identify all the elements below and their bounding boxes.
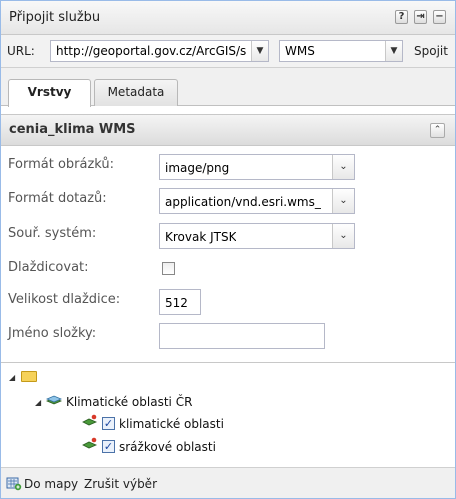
query-format-select[interactable]: application/vnd.esri.wms_ ⌄ — [159, 188, 355, 214]
expand-group-icon[interactable]: ◢ — [35, 398, 41, 407]
add-to-map-icon — [6, 477, 22, 491]
url-row: URL: http://geoportal.gov.cz/ArcGIS/s ▼ … — [1, 35, 455, 68]
url-input[interactable]: http://geoportal.gov.cz/ArcGIS/s ▼ — [50, 40, 269, 62]
connect-service-panel: Připojit službu ? ⇥ − URL: http://geopor… — [0, 0, 456, 499]
layer-group-icon — [46, 395, 62, 405]
layer-label-climate[interactable]: klimatické oblasti — [119, 417, 224, 431]
collapse-icon[interactable]: ⌃ — [430, 123, 445, 138]
tile-size-input[interactable]: 512 — [159, 289, 201, 315]
crs-select[interactable]: Krovak JTSK ⌄ — [159, 223, 355, 249]
connect-button[interactable]: Spojit — [414, 44, 448, 58]
pin-button[interactable]: ⇥ — [414, 10, 427, 24]
folder-icon — [21, 371, 37, 382]
tiling-label: Dlaždicovat: — [8, 260, 89, 275]
service-type-select[interactable]: WMS ▼ — [279, 40, 403, 62]
wms-layer-icon — [82, 414, 98, 426]
minimize-button[interactable]: − — [433, 10, 446, 24]
service-type-value: WMS — [285, 44, 315, 58]
image-format-select[interactable]: image/png ⌄ — [159, 154, 355, 180]
service-header: cenia_klima WMS ⌃ — [1, 114, 455, 146]
tab-layers[interactable]: Vrstvy — [8, 79, 91, 107]
image-format-value: image/png — [165, 161, 230, 175]
crs-dropdown-icon[interactable]: ⌄ — [332, 224, 354, 248]
folder-name-input[interactable] — [159, 323, 325, 349]
tree-group-label[interactable]: Klimatické oblasti ČR — [66, 395, 192, 409]
service-type-dropdown-icon[interactable]: ▼ — [385, 41, 402, 61]
layer-checkbox-precip[interactable]: ✓ — [102, 440, 115, 453]
folder-name-label: Jméno složky: — [8, 326, 97, 341]
query-format-value: application/vnd.esri.wms_ — [165, 195, 321, 209]
url-dropdown-icon[interactable]: ▼ — [251, 41, 268, 61]
help-button[interactable]: ? — [395, 10, 408, 24]
expand-root-icon[interactable]: ◢ — [9, 373, 15, 382]
layer-tree: ◢ ◢ Klimatické oblasti ČR ✓ klimatické o… — [1, 362, 455, 467]
tile-size-label: Velikost dlaždice: — [8, 292, 121, 307]
query-format-dropdown-icon[interactable]: ⌄ — [332, 189, 354, 213]
tile-size-value: 512 — [165, 296, 188, 310]
layer-settings-form: Formát obrázků: image/png ⌄ Formát dotaz… — [1, 146, 455, 362]
image-format-dropdown-icon[interactable]: ⌄ — [332, 155, 354, 179]
image-format-label: Formát obrázků: — [8, 157, 115, 172]
clear-selection-button[interactable]: Zrušit výběr — [84, 477, 157, 491]
add-to-map-button[interactable]: Do mapy — [24, 477, 78, 491]
crs-label: Souř. systém: — [8, 226, 97, 241]
service-title: cenia_klima WMS — [9, 122, 136, 137]
layer-label-precip[interactable]: srážkové oblasti — [119, 440, 216, 454]
tiling-checkbox[interactable] — [162, 262, 175, 275]
bottom-toolbar: Do mapy Zrušit výběr — [1, 467, 455, 498]
tab-strip: Vrstvy Metadata — [1, 68, 455, 107]
title-bar: Připojit službu ? ⇥ − — [1, 1, 455, 35]
tab-metadata[interactable]: Metadata — [94, 79, 178, 106]
query-format-label: Formát dotazů: — [8, 191, 107, 206]
url-value: http://geoportal.gov.cz/ArcGIS/s — [56, 44, 247, 58]
window-title: Připojit službu — [9, 10, 101, 25]
wms-layer-icon — [82, 437, 98, 449]
url-label: URL: — [7, 44, 35, 58]
layer-checkbox-climate[interactable]: ✓ — [102, 417, 115, 430]
crs-value: Krovak JTSK — [165, 230, 237, 244]
